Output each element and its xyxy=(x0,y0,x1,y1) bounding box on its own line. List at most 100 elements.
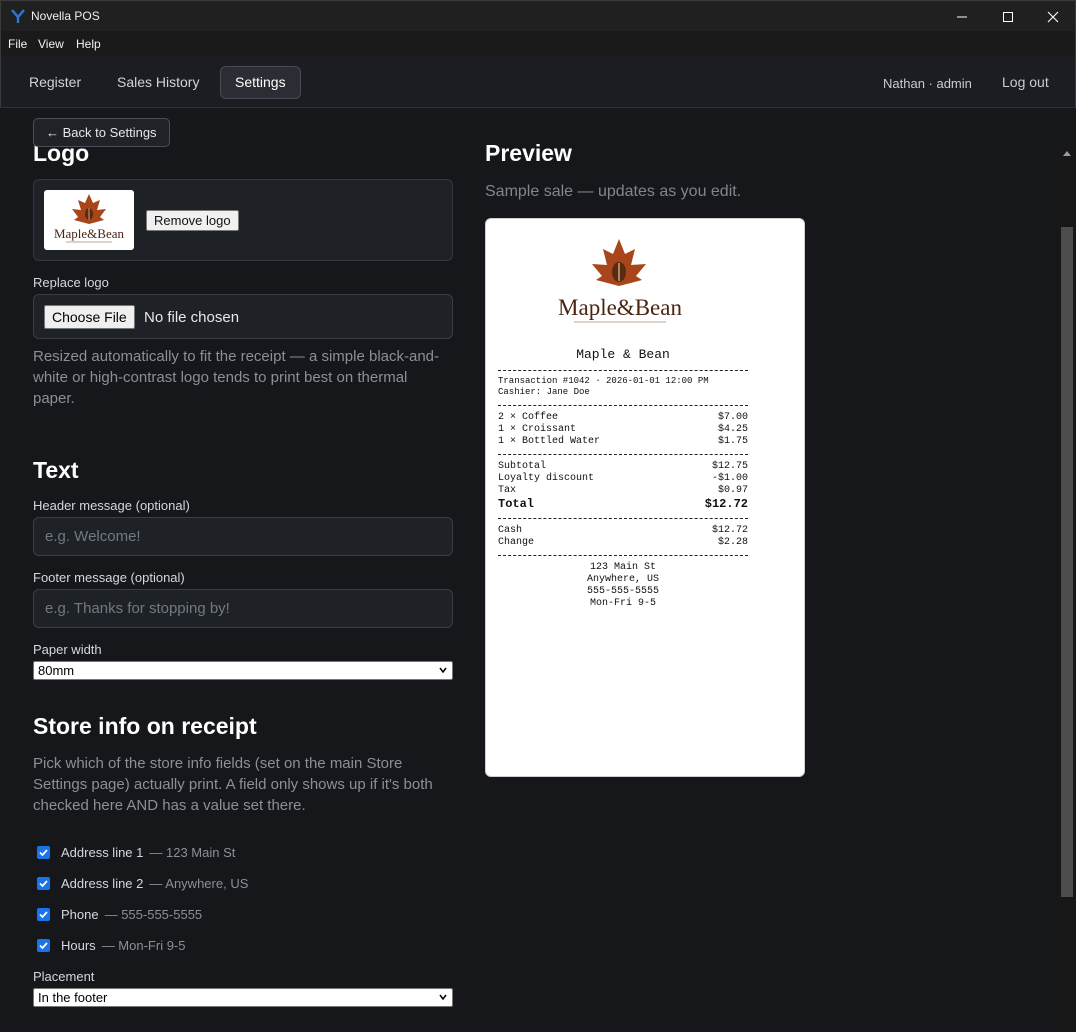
logout-button[interactable]: Log out xyxy=(1002,74,1049,90)
logo-thumbnail: Maple&Bean xyxy=(44,190,134,250)
receipt-logo: Maple&Bean xyxy=(558,239,682,323)
receipt-tax: Tax $0.97 xyxy=(498,485,748,497)
tab-settings[interactable]: Settings xyxy=(220,66,301,99)
receipt-footer-line: 555-555-5555 xyxy=(586,586,659,597)
receipt-discount-value: -$1.00 xyxy=(711,473,748,484)
receipt-divider xyxy=(498,555,748,556)
paper-width-select[interactable]: 80mm xyxy=(33,661,453,680)
header-message-label: Header message (optional) xyxy=(33,498,190,513)
placement-label: Placement xyxy=(33,969,95,984)
address-line-2-label: Address line 2 — Anywhere, US xyxy=(61,876,248,891)
chevron-down-icon xyxy=(439,667,447,674)
back-to-settings-button[interactable]: ← Back to Settings xyxy=(33,118,170,147)
receipt-footer-line: Anywhere, US xyxy=(586,574,659,585)
remove-logo-button[interactable]: Remove logo xyxy=(146,210,239,231)
receipt-cash: Cash $12.72 xyxy=(498,525,748,537)
replace-logo-file-input: Choose File No file chosen xyxy=(33,294,453,339)
receipt-total-label: Total xyxy=(498,497,535,511)
receipt-subtotal-label: Subtotal xyxy=(498,461,547,472)
settings-content: Logo ← Back to Settings Maple&Bean Remov… xyxy=(1,108,1059,1031)
header-message-input[interactable] xyxy=(33,517,453,556)
receipt-item-amount: $7.00 xyxy=(717,412,748,423)
scrollbar-thumb[interactable] xyxy=(1061,227,1073,897)
receipt-item-desc: 1 × Bottled Water xyxy=(498,436,601,447)
receipt-item: 2 × Coffee $7.00 xyxy=(498,412,748,424)
address-line-2-name: Address line 2 xyxy=(61,876,144,891)
receipt-tax-value: $0.97 xyxy=(717,485,748,496)
paper-width-value: 80mm xyxy=(38,663,75,678)
phone-checkbox[interactable] xyxy=(37,908,50,921)
top-nav: Register Sales History Settings Nathan ·… xyxy=(0,56,1076,108)
receipt-change: Change $2.28 xyxy=(498,537,748,549)
close-icon xyxy=(1047,11,1059,22)
preview-heading: Preview xyxy=(485,140,572,166)
placement-select[interactable]: In the footer xyxy=(33,988,453,1007)
address-line-1-checkbox[interactable] xyxy=(37,846,50,859)
footer-message-input[interactable] xyxy=(33,589,453,628)
page-scrollbar[interactable] xyxy=(1059,147,1075,1031)
receipt-divider xyxy=(498,370,748,371)
maple-leaf-logo-icon: Maple&Bean xyxy=(54,194,125,243)
address-line-1-label: Address line 1 — 123 Main St xyxy=(61,845,235,860)
receipt-footer-line: 123 Main St xyxy=(589,562,656,573)
chevron-down-icon xyxy=(439,994,447,1001)
address-line-2-value: — Anywhere, US xyxy=(149,876,249,891)
current-logo-panel: Maple&Bean Remove logo xyxy=(33,179,453,261)
menu-bar: File View Help xyxy=(0,31,1076,56)
receipt-transaction-text: Transaction #1042 · 2026-01-01 12:00 PM xyxy=(498,376,709,386)
phone-name: Phone xyxy=(61,907,99,922)
hours-checkbox[interactable] xyxy=(37,939,50,952)
receipt-divider xyxy=(498,405,748,406)
menu-file[interactable]: File xyxy=(8,37,27,51)
menu-help[interactable]: Help xyxy=(76,37,101,51)
minimize-button[interactable] xyxy=(939,1,985,32)
receipt-cash-value: $12.72 xyxy=(711,525,748,536)
receipt-item: 1 × Croissant $4.25 xyxy=(498,424,748,436)
receipt-cashier: Cashier: Jane Doe xyxy=(498,387,748,398)
footer-message-label: Footer message (optional) xyxy=(33,570,185,585)
logo-help-text: Resized automatically to fit the receipt… xyxy=(33,348,440,407)
receipt-subtotal-value: $12.75 xyxy=(711,461,748,472)
window-title: Novella POS xyxy=(31,9,100,23)
maximize-button[interactable] xyxy=(985,1,1031,32)
preview-subtitle: Sample sale — updates as you edit. xyxy=(485,183,742,200)
hours-name: Hours xyxy=(61,938,96,953)
close-window-button[interactable] xyxy=(1030,1,1076,32)
receipt-total-value: $12.72 xyxy=(704,497,748,511)
scroll-up-arrow-icon[interactable] xyxy=(1063,151,1071,156)
store-info-help-text: Pick which of the store info fields (set… xyxy=(33,755,433,814)
menu-view[interactable]: View xyxy=(38,37,64,51)
receipt-transaction: Transaction #1042 · 2026-01-01 12:00 PM xyxy=(498,376,748,387)
receipt-cash-label: Cash xyxy=(498,525,523,536)
receipt-item-amount: $1.75 xyxy=(717,436,748,447)
minimize-icon xyxy=(957,16,967,17)
hours-value: — Mon-Fri 9-5 xyxy=(101,938,186,953)
no-file-chosen-text: No file chosen xyxy=(144,309,240,326)
store-info-heading: Store info on receipt xyxy=(33,713,257,739)
phone-value: — 555-555-5555 xyxy=(104,907,203,922)
checkmark-icon xyxy=(39,942,48,950)
receipt-divider xyxy=(498,518,748,519)
receipt-total: Total $12.72 xyxy=(498,497,748,511)
maximize-icon xyxy=(1003,11,1013,22)
logo-wordmark: Maple&Bean xyxy=(54,226,125,241)
receipt-divider xyxy=(498,454,748,455)
choose-file-button[interactable]: Choose File xyxy=(44,305,135,329)
receipt-item-desc: 2 × Coffee xyxy=(498,412,559,423)
tab-sales-history[interactable]: Sales History xyxy=(102,66,214,99)
receipt-change-label: Change xyxy=(498,537,535,548)
tab-register[interactable]: Register xyxy=(14,66,96,99)
phone-label: Phone — 555-555-5555 xyxy=(61,907,202,922)
receipt-store-name: Maple & Bean xyxy=(576,347,670,362)
address-line-2-checkbox[interactable] xyxy=(37,877,50,890)
paper-width-label: Paper width xyxy=(33,642,102,657)
receipt-footer-line: Mon-Fri 9-5 xyxy=(589,598,656,609)
receipt-subtotal: Subtotal $12.75 xyxy=(498,461,748,473)
receipt-item-desc: 1 × Croissant xyxy=(498,424,577,435)
receipt-item-amount: $4.25 xyxy=(717,424,748,435)
address-line-1-value: — 123 Main St xyxy=(149,845,236,860)
checkmark-icon xyxy=(39,880,48,888)
hours-label: Hours — Mon-Fri 9-5 xyxy=(61,938,185,953)
text-heading: Text xyxy=(33,457,79,483)
receipt-cashier-text: Cashier: Jane Doe xyxy=(498,387,590,397)
